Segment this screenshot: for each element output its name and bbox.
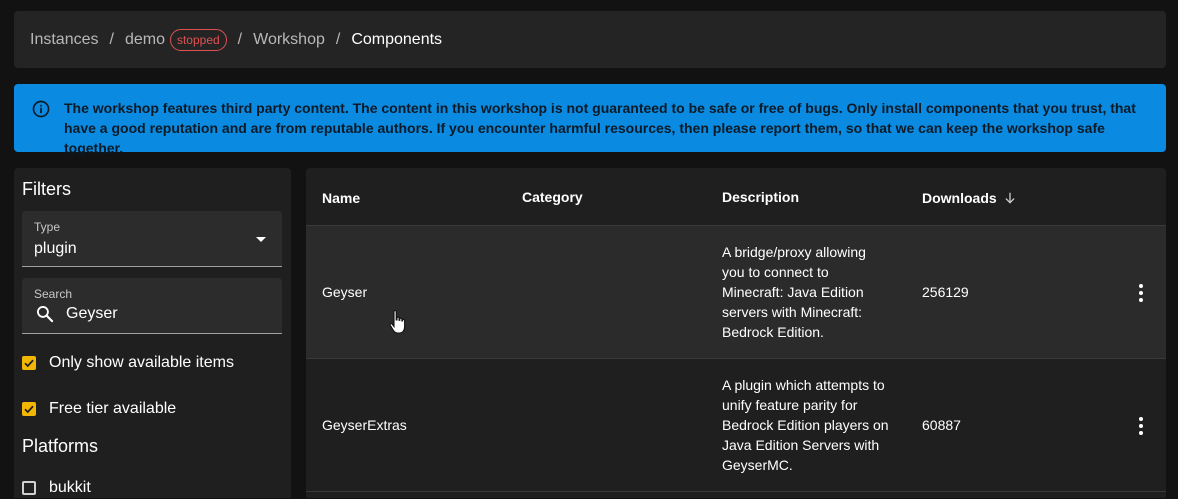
arrow-down-icon	[1005, 192, 1015, 204]
breadcrumb-components: Components	[351, 30, 443, 48]
breadcrumb: Instances / demo stopped / Workshop / Co…	[14, 11, 1166, 68]
alert-text: The workshop features third party conten…	[64, 100, 1136, 156]
checkbox-checked-icon[interactable]	[22, 402, 36, 416]
type-select[interactable]: Type plugin	[22, 211, 282, 267]
row-name: GeyserExtras	[322, 417, 407, 433]
table-row[interactable]: Geyser A bridge/proxy allowing you to co…	[306, 226, 1166, 359]
filters-title: Filters	[22, 179, 71, 199]
downloads-header-label: Downloads	[922, 190, 997, 206]
type-label: Type	[34, 220, 61, 234]
column-header-name[interactable]: Name	[322, 190, 360, 206]
platforms-title: Platforms	[22, 436, 99, 456]
free-tier-checkbox-row[interactable]: Free tier available	[22, 398, 291, 420]
hand-pointer-cursor-icon	[389, 310, 406, 334]
row-description: A bridge/proxy allowing you to connect t…	[722, 244, 866, 340]
breadcrumb-separator: /	[335, 30, 341, 48]
info-circle-icon	[32, 100, 50, 118]
breadcrumb-instances[interactable]: Instances	[30, 31, 98, 49]
only-available-label: Only show available items	[49, 354, 234, 371]
row-description: A plugin which attempts to unify feature…	[722, 377, 889, 473]
only-available-checkbox-row[interactable]: Only show available items	[22, 352, 291, 374]
column-header-downloads[interactable]: Downloads	[922, 190, 1017, 206]
breadcrumb-demo[interactable]: demo	[125, 31, 165, 49]
caret-down-icon	[256, 237, 266, 242]
column-header-description[interactable]: Description	[722, 189, 799, 205]
search-input[interactable]: Search Geyser	[22, 278, 282, 334]
more-vertical-icon[interactable]	[1133, 415, 1149, 437]
status-badge: stopped	[169, 28, 227, 51]
row-name: Geyser	[322, 284, 368, 300]
free-tier-label: Free tier available	[49, 400, 177, 417]
table-row[interactable]: GeyserExtras A plugin which attempts to …	[306, 359, 1166, 492]
platform-bukkit-label: bukkit	[49, 479, 91, 496]
search-icon	[37, 306, 54, 323]
breadcrumb-separator: /	[109, 30, 114, 48]
more-vertical-icon[interactable]	[1133, 282, 1149, 304]
components-table: Name Category Description Downloads Geys…	[306, 168, 1166, 498]
row-downloads: 256129	[922, 284, 969, 300]
platform-bukkit-checkbox-row[interactable]: bukkit	[22, 477, 291, 499]
search-label: Search	[34, 287, 73, 301]
checkbox-checked-icon[interactable]	[22, 356, 36, 370]
search-value: Geyser	[66, 305, 118, 322]
filters-panel: Filters Type plugin Search Geyser Only s…	[14, 168, 291, 498]
breadcrumb-workshop[interactable]: Workshop	[253, 31, 325, 49]
workshop-warning-alert: The workshop features third party conten…	[14, 84, 1166, 156]
table-header: Name Category Description Downloads	[306, 168, 1166, 226]
type-value: plugin	[34, 240, 77, 257]
column-header-category[interactable]: Category	[522, 189, 583, 205]
row-downloads: 60887	[922, 417, 961, 433]
breadcrumb-separator: /	[237, 30, 243, 48]
